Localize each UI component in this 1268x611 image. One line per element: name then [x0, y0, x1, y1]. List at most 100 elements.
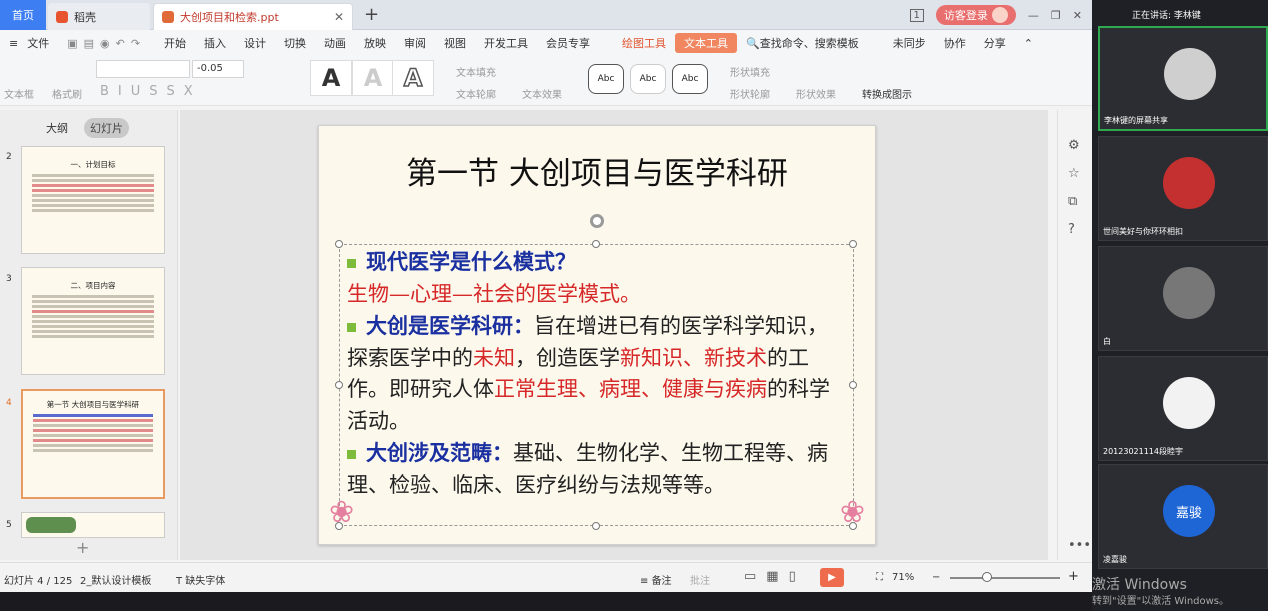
resize-handle[interactable]: [849, 381, 857, 389]
menu-slideshow[interactable]: 放映: [355, 35, 395, 51]
tab-daoke[interactable]: 稻壳: [48, 3, 150, 30]
rotate-handle[interactable]: [590, 214, 604, 228]
shape-style-1[interactable]: Abc: [588, 64, 624, 94]
tab-document[interactable]: 大创项目和检索.ppt ✕: [153, 3, 353, 30]
template-name[interactable]: 2_默认设计模板: [80, 572, 151, 587]
tab-outline[interactable]: 大纲: [40, 118, 74, 138]
notes-icon: ≡: [640, 576, 652, 587]
zoom-out-icon[interactable]: −: [932, 572, 940, 583]
help-icon[interactable]: ?: [1068, 222, 1075, 237]
shape-fill-button[interactable]: 形状填充: [730, 64, 770, 79]
resize-handle[interactable]: [335, 381, 343, 389]
annotate-button[interactable]: 批注: [690, 572, 710, 587]
zoom-slider-knob[interactable]: [982, 572, 992, 582]
menu-vip[interactable]: 会员专享: [537, 35, 599, 51]
menu-animation[interactable]: 动画: [315, 35, 355, 51]
wordart-style-3[interactable]: A: [392, 60, 434, 96]
avatar: [1164, 48, 1216, 100]
slide-thumb-5[interactable]: [21, 512, 165, 538]
text-outline-button[interactable]: 文本轮廓: [456, 86, 496, 101]
slide-body[interactable]: 现代医学是什么模式？ 生物—心理—社会的医学模式。 大创是医学科研：旨在增进已有…: [347, 246, 847, 501]
unsynced-button[interactable]: 未同步: [884, 35, 935, 51]
thumb-number: 5: [6, 520, 12, 530]
shape-style-2[interactable]: Abc: [630, 64, 666, 94]
menu-transition[interactable]: 切换: [275, 35, 315, 51]
close-window-icon[interactable]: ✕: [1073, 9, 1082, 22]
menu-drawing-tools[interactable]: 绘图工具: [613, 35, 675, 51]
visitor-login-button[interactable]: 访客登录: [935, 5, 1016, 25]
search-command[interactable]: 🔍查找命令、搜索模板: [737, 35, 868, 51]
participant-tile[interactable]: 白: [1098, 246, 1268, 351]
bullet-icon: [347, 450, 356, 459]
menu-developer[interactable]: 开发工具: [475, 35, 537, 51]
thumb-number: 4: [6, 398, 12, 408]
close-tab-icon[interactable]: ✕: [334, 10, 344, 24]
menu-insert[interactable]: 插入: [195, 35, 235, 51]
more-icon[interactable]: •••: [1068, 538, 1091, 553]
menu-design[interactable]: 设计: [235, 35, 275, 51]
page-badge[interactable]: 1: [909, 8, 924, 22]
resize-handle[interactable]: [849, 240, 857, 248]
avatar: [1163, 267, 1215, 319]
share-button[interactable]: 分享: [975, 35, 1015, 51]
notes-button[interactable]: ≡ 备注: [640, 572, 672, 587]
zoom-in-icon[interactable]: +: [1068, 569, 1079, 584]
slide-thumb-4[interactable]: 第一节 大创项目与医学科研: [21, 389, 165, 499]
participant-tile[interactable]: 20123021114段睦宇: [1098, 356, 1268, 461]
participant-tile[interactable]: 嘉骏 凌嘉骏: [1098, 464, 1268, 569]
slide-4[interactable]: 第一节 大创项目与医学科研 现代医学是什么模式？ 生物—心理—社会的医学模式。 …: [318, 125, 876, 545]
fit-window-icon[interactable]: ⛶: [876, 572, 883, 583]
bullet-3: 大创涉及范畴：基础、生物化学、生物工程等、病理、检验、临床、医疗纠纷与法规等等。: [347, 437, 847, 501]
zoom-level[interactable]: 71%: [892, 572, 914, 583]
zoom-slider[interactable]: [950, 577, 1060, 579]
hamburger-icon[interactable]: ≡: [0, 37, 27, 50]
format-painter-button[interactable]: 格式刷: [52, 86, 82, 101]
font-style-buttons[interactable]: BIUSSX: [100, 84, 202, 99]
restore-icon[interactable]: ❐: [1051, 9, 1061, 22]
shape-style-3[interactable]: Abc: [672, 64, 708, 94]
bullet-2-text-2: ，创造医学: [515, 345, 620, 370]
shape-outline-button[interactable]: 形状轮廓: [730, 86, 770, 101]
quick-access-icons[interactable]: ▣▤◉↶↷: [58, 37, 155, 50]
avatar: 嘉骏: [1163, 485, 1215, 537]
menu-view[interactable]: 视图: [435, 35, 475, 51]
menu-text-tools[interactable]: 文本工具: [675, 33, 738, 53]
resize-handle[interactable]: [592, 522, 600, 530]
resize-handle[interactable]: [335, 240, 343, 248]
star-icon[interactable]: ☆: [1068, 166, 1080, 181]
slide-title[interactable]: 第一节 大创项目与医学科研: [319, 148, 875, 193]
convert-chart-button[interactable]: 转换成图示: [862, 86, 912, 101]
ribbon: 文本框 格式刷 -0.05 BIUSSX A A A 文本填充 文本轮廓 文本效…: [0, 56, 1092, 106]
menu-review[interactable]: 审阅: [395, 35, 435, 51]
add-slide-icon[interactable]: +: [76, 538, 89, 557]
wordart-style-2[interactable]: A: [352, 60, 394, 96]
missing-font-button[interactable]: T 缺失字体: [176, 572, 225, 587]
text-effect-button[interactable]: 文本效果: [522, 86, 562, 101]
activate-windows-title: 激活 Windows: [1092, 577, 1187, 593]
menu-start[interactable]: 开始: [155, 35, 195, 51]
minimize-icon[interactable]: —: [1028, 9, 1039, 22]
slide-thumb-3[interactable]: 二、项目内容: [21, 267, 165, 375]
slide-thumb-2[interactable]: 一、计划目标: [21, 146, 165, 254]
view-mode-icons[interactable]: ▭▦▯: [744, 569, 806, 584]
font-name-field[interactable]: [96, 60, 190, 78]
text-fill-button[interactable]: 文本填充: [456, 64, 496, 79]
font-size-field[interactable]: -0.05: [192, 60, 244, 78]
collab-button[interactable]: 协作: [935, 35, 975, 51]
tab-daoke-label: 稻壳: [74, 10, 96, 24]
participant-tile[interactable]: 李林键的屏幕共享: [1098, 26, 1268, 131]
wordart-style-1[interactable]: A: [310, 60, 352, 96]
new-tab-icon[interactable]: +: [364, 4, 379, 25]
textbox-button[interactable]: 文本框: [4, 86, 34, 101]
settings-icon[interactable]: ⚙: [1068, 138, 1080, 153]
ppt-icon: [162, 11, 174, 23]
slideshow-play-button[interactable]: ▶: [820, 568, 844, 587]
menu-file[interactable]: 文件: [27, 35, 58, 51]
collapse-ribbon-icon[interactable]: ⌃: [1015, 37, 1042, 50]
bullet-1-head: 现代医学是什么模式？: [366, 249, 576, 274]
shape-effect-button[interactable]: 形状效果: [796, 86, 836, 101]
copy-icon[interactable]: ⧉: [1068, 194, 1077, 209]
tab-home[interactable]: 首页: [0, 0, 46, 30]
participant-tile[interactable]: 世间美好与你环环相扣: [1098, 136, 1268, 241]
tab-slides[interactable]: 幻灯片: [84, 118, 129, 138]
